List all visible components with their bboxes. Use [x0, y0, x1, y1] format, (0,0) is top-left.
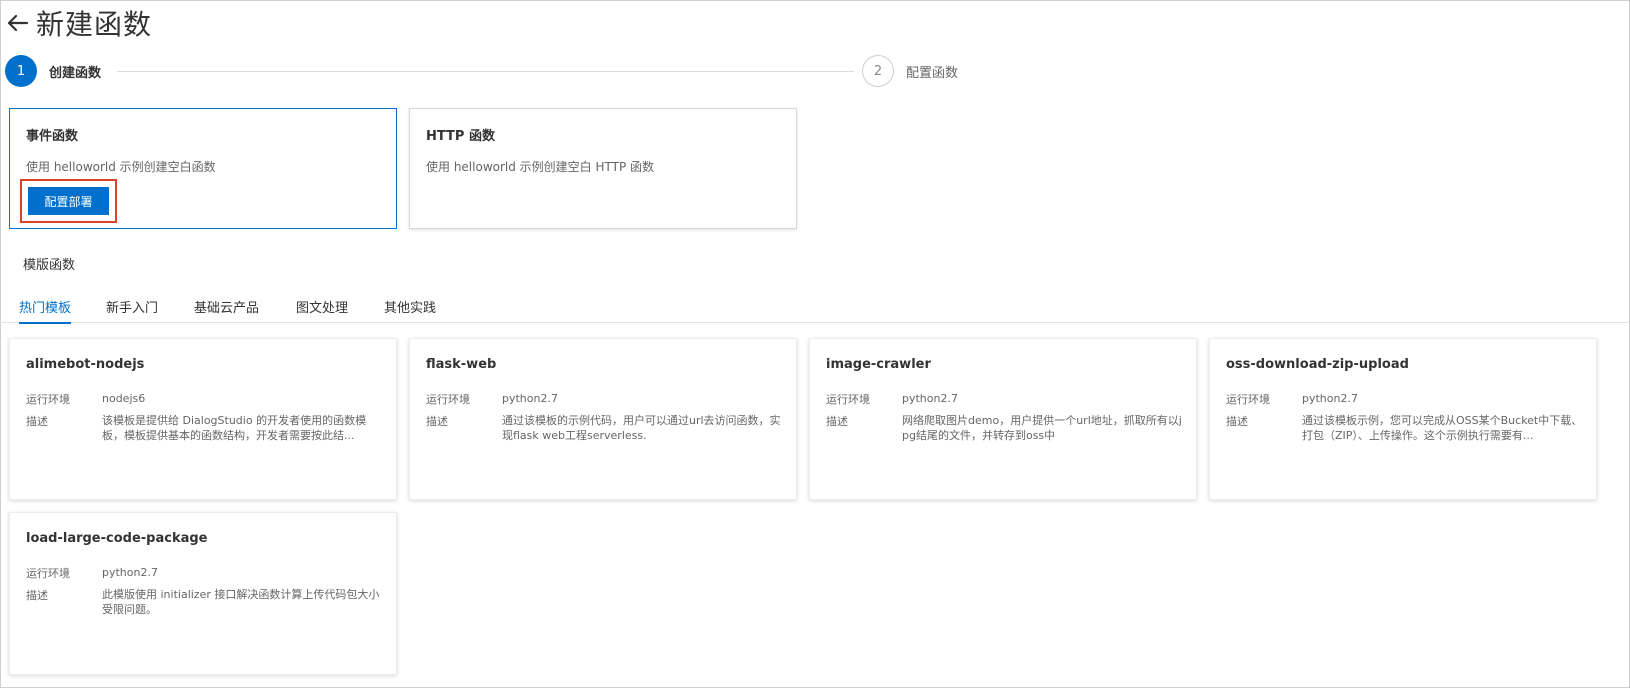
description-value: 该模板是提供给 DialogStudio 的开发者使用的函数模板，模板提供基本的…	[102, 414, 367, 442]
page-title: 新建函数	[36, 8, 153, 41]
description-value: 通过该模板示例，您可以完成从OSS某个Bucket中下载、打包（ZIP）、上传操…	[1302, 414, 1583, 442]
http-function-card[interactable]: HTTP 函数 使用 helloworld 示例创建空白 HTTP 函数	[409, 108, 797, 229]
runtime-value: python2.7	[502, 392, 558, 405]
template-card[interactable]: alimebot-nodejs 运行环境 nodejs6 描述 该模板是提供给 …	[9, 338, 397, 500]
template-card[interactable]: image-crawler 运行环境 python2.7 描述 网络爬取图片de…	[809, 338, 1197, 500]
tab-image-text-processing[interactable]: 图文处理	[296, 295, 348, 323]
template-section-title: 模版函数	[23, 258, 76, 273]
description-label: 描述	[426, 415, 448, 428]
runtime-label: 运行环境	[1226, 393, 1270, 406]
step-indicator: 1 创建函数 2 配置函数	[5, 55, 1005, 87]
step-connector-line	[117, 71, 854, 72]
tab-other-practices[interactable]: 其他实践	[384, 295, 436, 323]
template-name: alimebot-nodejs	[26, 357, 145, 372]
runtime-value: python2.7	[102, 566, 158, 579]
step-1-circle: 1	[5, 55, 37, 87]
runtime-label: 运行环境	[426, 393, 470, 406]
tab-popular-templates[interactable]: 热门模板	[19, 295, 72, 324]
template-name: image-crawler	[826, 357, 931, 372]
template-card[interactable]: oss-download-zip-upload 运行环境 python2.7 描…	[1209, 338, 1597, 500]
step-2-circle: 2	[862, 55, 894, 87]
runtime-value: nodejs6	[102, 392, 146, 405]
back-arrow-icon[interactable]	[6, 11, 30, 35]
event-function-card[interactable]: 事件函数 使用 helloworld 示例创建空白函数 配置部署	[9, 108, 397, 229]
event-function-description: 使用 helloworld 示例创建空白函数	[26, 160, 216, 174]
deploy-button-highlight: 配置部署	[20, 179, 117, 223]
runtime-value: python2.7	[1302, 392, 1358, 405]
http-function-title: HTTP 函数	[426, 129, 495, 144]
description-label: 描述	[26, 589, 48, 602]
tab-basic-cloud-products[interactable]: 基础云产品	[194, 295, 259, 323]
step-1-label: 创建函数	[49, 66, 102, 81]
template-name: load-large-code-package	[26, 531, 208, 546]
step-2-label: 配置函数	[906, 66, 959, 81]
description-label: 描述	[1226, 415, 1248, 428]
template-card[interactable]: flask-web 运行环境 python2.7 描述 通过该模板的示例代码，用…	[409, 338, 797, 500]
runtime-label: 运行环境	[826, 393, 870, 406]
page-header: 新建函数	[6, 2, 152, 44]
configure-deploy-button[interactable]: 配置部署	[28, 187, 109, 215]
template-card[interactable]: load-large-code-package 运行环境 python2.7 描…	[9, 512, 397, 675]
template-name: flask-web	[426, 357, 497, 372]
description-value: 此模版使用 initializer 接口解决函数计算上传代码包大小受限问题。	[102, 588, 380, 616]
runtime-label: 运行环境	[26, 567, 70, 580]
template-tabs: 热门模板 新手入门 基础云产品 图文处理 其他实践	[0, 295, 1630, 324]
description-label: 描述	[826, 415, 848, 428]
template-name: oss-download-zip-upload	[1226, 357, 1409, 372]
event-function-title: 事件函数	[26, 129, 79, 144]
description-value: 通过该模板的示例代码，用户可以通过url去访问函数，实现flask web工程s…	[502, 414, 781, 442]
http-function-description: 使用 helloworld 示例创建空白 HTTP 函数	[426, 160, 655, 174]
runtime-value: python2.7	[902, 392, 958, 405]
tab-beginner[interactable]: 新手入门	[106, 295, 158, 323]
description-label: 描述	[26, 415, 48, 428]
runtime-label: 运行环境	[26, 393, 70, 406]
description-value: 网络爬取图片demo，用户提供一个url地址，抓取所有以jpg结尾的文件，并转存…	[902, 414, 1182, 442]
